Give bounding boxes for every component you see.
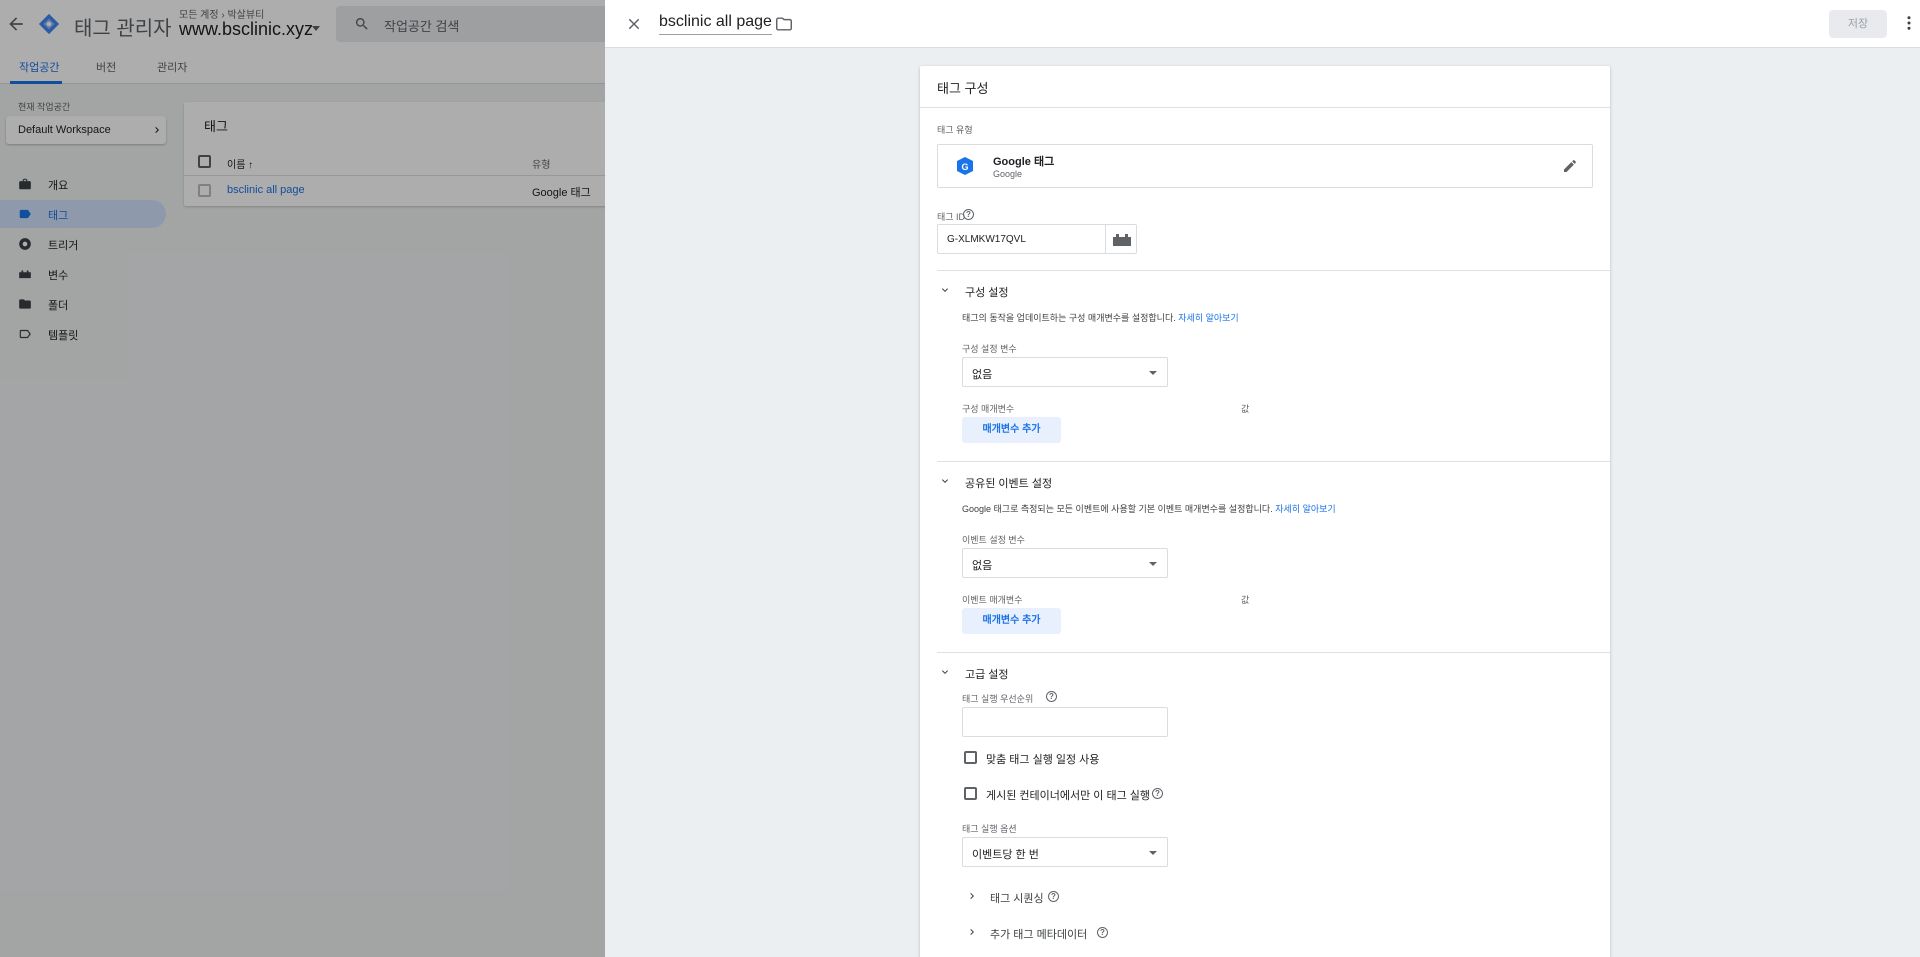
learn-more-link[interactable]: 자세히 알아보기	[1178, 313, 1238, 323]
expander-label: 태그 시퀀싱	[990, 893, 1044, 905]
more-vert-icon[interactable]	[1902, 14, 1916, 32]
value-column-label: 값	[1241, 404, 1250, 414]
learn-more-link[interactable]: 자세히 알아보기	[1275, 504, 1335, 514]
firing-option-select[interactable]: 이벤트당 한 번	[962, 837, 1168, 867]
google-tag-icon: G	[957, 157, 973, 175]
firing-priority-label: 태그 실행 우선순위	[962, 694, 1034, 704]
variable-brick-icon	[1113, 234, 1131, 246]
event-parameter-label: 이벤트 매개변수	[962, 595, 1023, 605]
chevron-down-icon[interactable]	[939, 284, 951, 296]
help-icon[interactable]: ?	[1152, 788, 1163, 799]
chevron-right-icon	[970, 929, 974, 935]
expander-label: 추가 태그 메타데이터	[990, 929, 1088, 941]
config-variable-label: 구성 설정 변수	[962, 344, 1017, 354]
firing-option-label: 태그 실행 옵션	[962, 824, 1017, 834]
dropdown-caret-icon	[1149, 851, 1157, 855]
tag-type-name: Google 태그	[993, 156, 1055, 168]
section-title-shared-event-settings[interactable]: 공유된 이벤트 설정	[965, 475, 1052, 491]
checkbox-label: 맞춤 태그 실행 일정 사용	[986, 754, 1100, 766]
tag-id-label: 태그 ID	[937, 212, 966, 222]
divider	[937, 270, 1610, 271]
svg-text:G: G	[961, 162, 968, 172]
help-icon[interactable]: ?	[1046, 691, 1057, 702]
config-parameter-label: 구성 매개변수	[962, 404, 1015, 414]
pencil-icon[interactable]	[1562, 158, 1578, 174]
tag-id-input[interactable]: G-XLMKW17QVL	[937, 224, 1105, 254]
divider	[937, 652, 1610, 653]
tag-name-field[interactable]: bsclinic all page	[659, 13, 772, 35]
chevron-right-icon	[970, 893, 974, 899]
select-value: 없음	[972, 560, 993, 572]
tag-type-vendor: Google	[993, 169, 1023, 179]
description-text: Google 태그로 측정되는 모든 이벤트에 사용할 기본 이벤트 매개변수를…	[962, 504, 1273, 514]
tag-configuration-card: 태그 구성 태그 유형 G Google 태그 Google 태그 ID ? G…	[920, 66, 1610, 957]
config-variable-select[interactable]: 없음	[962, 357, 1168, 387]
section-title-config-settings[interactable]: 구성 설정	[965, 284, 1009, 300]
event-settings-description: Google 태그로 측정되는 모든 이벤트에 사용할 기본 이벤트 매개변수를…	[962, 502, 1336, 515]
chevron-down-icon[interactable]	[939, 666, 951, 678]
tag-id-value: G-XLMKW17QVL	[947, 234, 1026, 245]
description-text: 태그의 동작을 업데이트하는 구성 매개변수를 설정합니다.	[962, 313, 1176, 323]
card-title: 태그 구성	[937, 81, 989, 96]
dropdown-caret-icon	[1149, 562, 1157, 566]
checkbox-label: 게시된 컨테이너에서만 이 태그 실행	[986, 790, 1151, 802]
event-variable-label: 이벤트 설정 변수	[962, 535, 1025, 545]
checkbox[interactable]	[964, 751, 977, 764]
divider	[920, 107, 1610, 108]
checkbox[interactable]	[964, 787, 977, 800]
dropdown-caret-icon	[1149, 371, 1157, 375]
section-title-advanced-settings[interactable]: 고급 설정	[965, 666, 1009, 682]
firing-priority-input[interactable]	[962, 707, 1168, 737]
chevron-down-icon[interactable]	[939, 475, 951, 487]
help-icon[interactable]: ?	[1097, 927, 1108, 938]
tag-type-label: 태그 유형	[937, 125, 973, 135]
select-value: 이벤트당 한 번	[972, 849, 1039, 861]
select-value: 없음	[972, 369, 993, 381]
tag-type-selector[interactable]: G Google 태그 Google	[937, 144, 1593, 188]
close-icon[interactable]	[625, 15, 643, 33]
tag-editor-panel: bsclinic all page 저장 태그 구성 태그 유형 G Googl…	[605, 0, 1920, 957]
panel-header: bsclinic all page 저장	[605, 0, 1920, 48]
add-config-parameter-button[interactable]: 매개변수 추가	[962, 417, 1061, 443]
help-icon[interactable]: ?	[963, 209, 974, 220]
event-variable-select[interactable]: 없음	[962, 548, 1168, 578]
add-event-parameter-button[interactable]: 매개변수 추가	[962, 608, 1061, 634]
save-button[interactable]: 저장	[1829, 10, 1887, 38]
help-icon[interactable]: ?	[1048, 891, 1059, 902]
divider	[937, 461, 1610, 462]
config-settings-description: 태그의 동작을 업데이트하는 구성 매개변수를 설정합니다. 자세히 알아보기	[962, 311, 1239, 324]
folder-icon[interactable]	[775, 16, 793, 32]
insert-variable-button[interactable]	[1105, 224, 1137, 254]
value-column-label: 값	[1241, 595, 1250, 605]
